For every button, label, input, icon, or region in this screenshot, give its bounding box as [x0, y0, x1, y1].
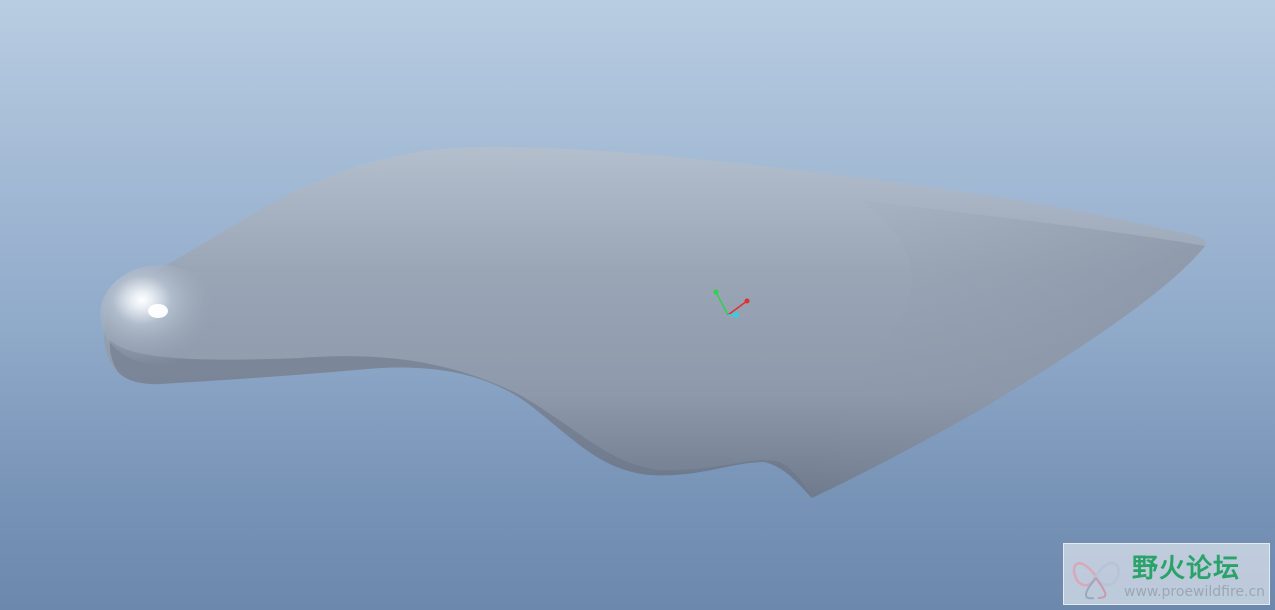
watermark-url: www.proewildfire.cn — [1124, 584, 1266, 600]
3d-model-view[interactable] — [0, 0, 1275, 610]
graphics-viewport[interactable]: 野火论坛 www.proewildfire.cn — [0, 0, 1275, 610]
watermark-title: 野火论坛 — [1132, 554, 1241, 584]
nose-specular — [148, 304, 168, 318]
butterfly-logo-icon — [1072, 562, 1120, 600]
forum-watermark: 野火论坛 www.proewildfire.cn — [1063, 543, 1270, 605]
